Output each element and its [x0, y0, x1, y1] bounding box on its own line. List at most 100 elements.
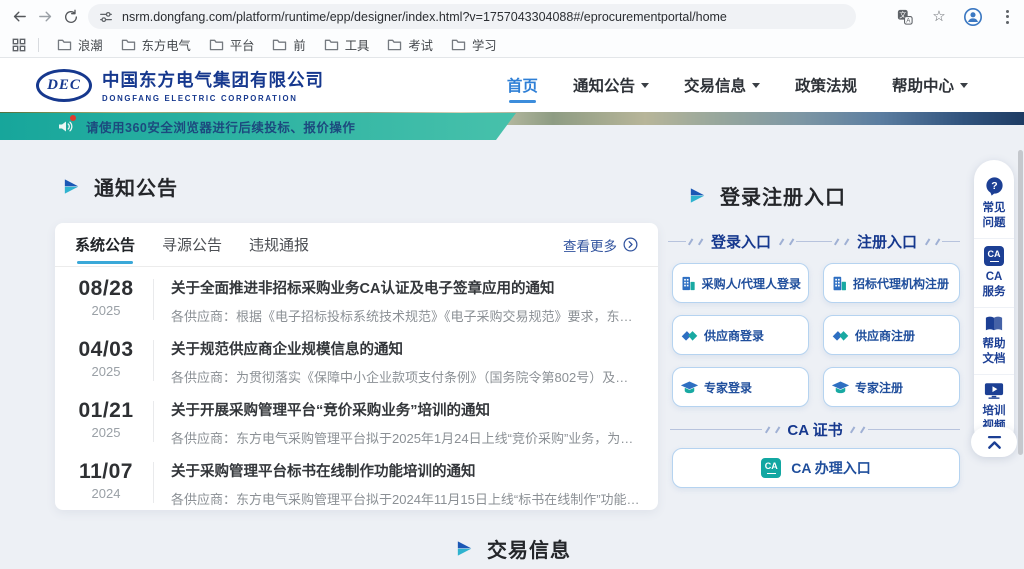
- dec-logo-oval: DEC: [36, 69, 92, 102]
- bookmark-folder[interactable]: 考试: [378, 34, 442, 56]
- notice-desc: 各供应商：东方电气采购管理平台拟于2024年11月15日上线“标书在线制作”功能…: [171, 489, 640, 508]
- tab-system-notices[interactable]: 系统公告: [75, 223, 135, 266]
- notices-tabs: 系统公告 寻源公告 违规通报 查看更多: [55, 223, 658, 267]
- ca-apply-button[interactable]: CA CA 办理入口: [672, 448, 960, 488]
- chevron-down-icon: [641, 83, 649, 92]
- bookmarks-bar: 浪潮 东方电气 平台 前 工具 考试: [0, 33, 1024, 56]
- notification-dot: [70, 115, 76, 121]
- nav-trade-info[interactable]: 交易信息: [684, 58, 760, 112]
- supplier-register-button[interactable]: 供应商注册: [823, 315, 960, 355]
- bookmark-folder[interactable]: 前: [263, 34, 314, 56]
- notice-date: 11/07 2024: [69, 460, 143, 501]
- section-arrow-icon: [62, 177, 81, 196]
- question-icon: ?: [984, 176, 1005, 197]
- section-arrow-icon: [688, 186, 707, 205]
- main-nav: 首页 通知公告 交易信息 政策法规 帮助中心: [507, 58, 968, 112]
- chevron-down-icon: [752, 83, 760, 92]
- folder-icon: [324, 38, 339, 51]
- back-to-top-button[interactable]: [971, 427, 1017, 457]
- purchaser-agent-login-button[interactable]: 采购人/代理人登录: [672, 263, 809, 303]
- notice-title: 关于全面推进非招标采购业务CA认证及电子签章应用的通知: [171, 277, 640, 298]
- nav-home[interactable]: 首页: [507, 58, 538, 112]
- folder-icon: [451, 38, 466, 51]
- notice-item[interactable]: 04/03 2025 关于规范供应商企业规模信息的通知 各供应商：为贯彻落实《保…: [55, 328, 658, 389]
- chevron-down-icon: [960, 83, 968, 92]
- bookmark-folder[interactable]: 东方电气: [112, 34, 200, 56]
- bookmark-folder[interactable]: 平台: [200, 34, 264, 56]
- register-entry-header: 注册入口: [814, 231, 960, 252]
- entry-subheaders: 登录入口 注册入口: [668, 231, 960, 252]
- browser-chrome: nsrm.dongfang.com/platform/runtime/epp/d…: [0, 0, 1024, 58]
- divider: [153, 462, 154, 503]
- trade-section-title: 交易信息: [455, 534, 571, 563]
- bookmark-folder[interactable]: 工具: [315, 34, 379, 56]
- entry-buttons: 采购人/代理人登录 招标代理机构注册 供应商登录 供应商注册 专家登录 专家注册: [672, 263, 960, 407]
- reload-button[interactable]: [58, 4, 84, 30]
- chrome-menu-icon[interactable]: [994, 4, 1020, 30]
- notice-desc: 各供应商：为贯彻落实《保障中小企业款项支付条例》（国务院令第802号）及《中小企…: [171, 367, 640, 386]
- apps-grid-icon[interactable]: [9, 35, 29, 55]
- view-more-link[interactable]: 查看更多: [563, 235, 638, 255]
- ca-cert-header: CA 证书: [670, 419, 960, 440]
- notice-desc: 各供应商：根据《电子招标投标系统技术规范》《电子采购交易规范》要求，东方电气采购…: [171, 306, 640, 325]
- divider: [153, 401, 154, 442]
- folder-icon: [57, 38, 72, 51]
- notice-title: 关于开展采购管理平台“竞价采购业务”培训的通知: [171, 399, 640, 420]
- notice-date: 08/28 2025: [69, 277, 143, 318]
- supplier-login-button[interactable]: 供应商登录: [672, 315, 809, 355]
- url-text: nsrm.dongfang.com/platform/runtime/epp/d…: [122, 10, 727, 24]
- scrollbar-thumb[interactable]: [1018, 150, 1023, 455]
- graduation-cap-icon: [831, 380, 850, 395]
- nav-help-center[interactable]: 帮助中心: [892, 58, 968, 112]
- sidebar-item-faq[interactable]: ? 常见问题: [974, 169, 1014, 238]
- nav-notices[interactable]: 通知公告: [573, 58, 649, 112]
- forward-button[interactable]: [32, 4, 58, 30]
- handshake-icon: [831, 328, 850, 343]
- back-button[interactable]: [6, 4, 32, 30]
- login-entry-header: 登录入口: [668, 231, 814, 252]
- bidding-agency-register-button[interactable]: 招标代理机构注册: [823, 263, 960, 303]
- folder-icon: [121, 38, 136, 51]
- divider: [153, 279, 154, 320]
- video-icon: [984, 382, 1004, 400]
- notice-title: 关于采购管理平台标书在线制作功能培训的通知: [171, 460, 640, 481]
- book-icon: [984, 315, 1004, 333]
- tab-sourcing-notices[interactable]: 寻源公告: [162, 223, 222, 266]
- notice-item[interactable]: 01/21 2025 关于开展采购管理平台“竞价采购业务”培训的通知 各供应商：…: [55, 389, 658, 450]
- url-bar[interactable]: nsrm.dongfang.com/platform/runtime/epp/d…: [88, 4, 856, 29]
- bookmark-folder[interactable]: 学习: [442, 34, 506, 56]
- folder-icon: [387, 38, 402, 51]
- bookmark-star-icon[interactable]: ☆: [926, 4, 952, 30]
- notice-title: 关于规范供应商企业规模信息的通知: [171, 338, 640, 359]
- sidebar-item-ca-service[interactable]: CA CA服务: [974, 238, 1014, 307]
- notice-date: 01/21 2025: [69, 399, 143, 440]
- building-icon: [680, 275, 697, 292]
- graduation-cap-icon: [680, 380, 699, 395]
- browser-toolbar: nsrm.dongfang.com/platform/runtime/epp/d…: [0, 0, 1024, 33]
- speaker-icon: [57, 118, 74, 135]
- profile-avatar[interactable]: [960, 4, 986, 30]
- circle-arrow-icon: [623, 237, 638, 252]
- site-header: DEC 中国东方电气集团有限公司 DONGFANG ELECTRIC CORPO…: [0, 58, 1024, 112]
- notices-section-title: 通知公告: [62, 172, 178, 201]
- section-arrow-icon: [455, 539, 474, 558]
- toolbar-right: 文A ☆: [892, 0, 1020, 33]
- expert-register-button[interactable]: 专家注册: [823, 367, 960, 407]
- to-top-icon: [985, 435, 1004, 450]
- notice-item[interactable]: 11/07 2024 关于采购管理平台标书在线制作功能培训的通知 各供应商：东方…: [55, 450, 658, 510]
- page: nsrm.dongfang.com/platform/runtime/epp/d…: [0, 0, 1024, 569]
- notice-item[interactable]: 08/28 2025 关于全面推进非招标采购业务CA认证及电子签章应用的通知 各…: [55, 267, 658, 328]
- ca-icon: CA: [984, 246, 1004, 266]
- expert-login-button[interactable]: 专家登录: [672, 367, 809, 407]
- company-name-cn: 中国东方电气集团有限公司: [102, 67, 324, 92]
- bookmark-folder[interactable]: 浪潮: [48, 34, 112, 56]
- translate-icon[interactable]: 文A: [892, 4, 918, 30]
- handshake-icon: [680, 328, 699, 343]
- svg-text:?: ?: [991, 180, 997, 192]
- company-logo[interactable]: DEC 中国东方电气集团有限公司 DONGFANG ELECTRIC CORPO…: [36, 67, 324, 103]
- tab-violation-reports[interactable]: 违规通报: [249, 223, 309, 266]
- company-name-en: DONGFANG ELECTRIC CORPORATION: [102, 94, 324, 103]
- divider: [153, 340, 154, 381]
- sidebar-item-help-docs[interactable]: 帮助文档: [974, 307, 1014, 374]
- nav-policies[interactable]: 政策法规: [795, 58, 857, 112]
